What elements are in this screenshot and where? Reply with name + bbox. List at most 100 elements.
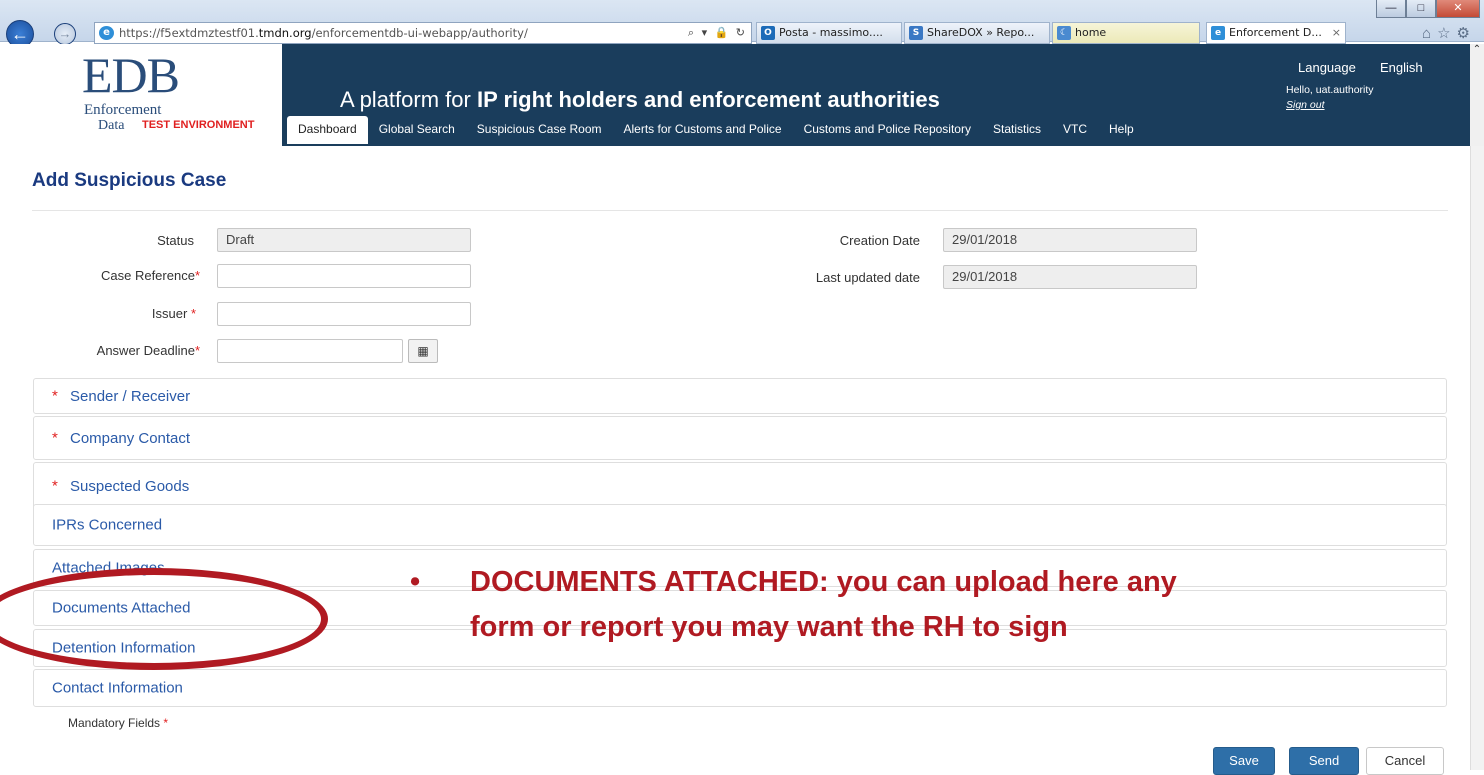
tab-label: Posta - massimo....: [779, 26, 883, 39]
section-label: Suspected Goods: [70, 477, 190, 495]
home-icon[interactable]: ⌂: [1422, 25, 1437, 42]
scroll-up-icon[interactable]: ⌃: [1470, 44, 1484, 146]
section-title: Company Contact *: [52, 429, 190, 447]
case-reference-label: Case Reference*: [50, 268, 200, 283]
annotation-text: DOCUMENTS ATTACHED: you can upload here …: [470, 566, 1177, 643]
nav-dashboard[interactable]: Dashboard: [287, 116, 368, 144]
creation-date-field: 29/01/2018: [943, 228, 1197, 252]
required-mark: *: [194, 343, 200, 358]
send-button[interactable]: Send: [1289, 747, 1359, 775]
tab-posta[interactable]: O Posta - massimo....: [756, 22, 902, 44]
section-label: Company Contact: [70, 429, 191, 447]
close-tab-icon[interactable]: ×: [1332, 23, 1341, 43]
last-updated-field: 29/01/2018: [943, 265, 1197, 289]
cancel-button[interactable]: Cancel: [1366, 747, 1444, 775]
section-label: Documents Attached: [52, 599, 191, 617]
page-title: Add Suspicious Case: [32, 170, 227, 191]
section-title: Sender / Receiver *: [52, 387, 190, 405]
platform-bold: IP right holders and enforcement authori…: [476, 87, 940, 112]
calendar-icon[interactable]: ▦: [408, 339, 438, 363]
section-title: Suspected Goods *: [52, 477, 189, 495]
section-company-contact[interactable]: Company Contact *: [33, 416, 1447, 460]
mandatory-fields-note: Mandatory Fields *: [68, 716, 168, 730]
divider: [32, 210, 1448, 211]
section-label: Contact Information: [52, 679, 183, 697]
annotation-bullet: •: [410, 566, 421, 598]
issuer-label: Issuer *: [50, 306, 196, 321]
nav-help[interactable]: Help: [1098, 116, 1145, 144]
browser-icons: ⌂☆⚙: [1422, 24, 1476, 42]
section-label: Detention Information: [52, 639, 196, 657]
nav-global-search[interactable]: Global Search: [368, 116, 466, 144]
issuer-text: Issuer: [151, 306, 191, 321]
issuer-input[interactable]: [217, 302, 471, 326]
section-label: IPRs Concerned: [52, 516, 163, 534]
ie-icon: e: [99, 26, 114, 40]
required-mark: *: [52, 387, 58, 405]
address-tools[interactable]: ⌕ ▾ 🔒 ↻: [688, 23, 747, 43]
section-label: Sender / Receiver: [70, 387, 191, 405]
required-mark: *: [194, 268, 200, 283]
sign-out-link[interactable]: Sign out: [1286, 99, 1325, 111]
answer-deadline-label: Answer Deadline*: [40, 343, 200, 358]
save-button[interactable]: Save: [1213, 747, 1275, 775]
case-reference-text: Case Reference: [100, 268, 195, 283]
required-mark: *: [190, 306, 196, 321]
case-reference-input[interactable]: [217, 264, 471, 288]
required-mark: *: [52, 477, 58, 495]
status-label: Status: [157, 233, 194, 248]
app-header: EDB Enforcement Data TEST ENVIRONMENT A …: [0, 44, 1484, 146]
minimize-icon[interactable]: —: [1376, 0, 1406, 18]
language-label: Language: [1298, 60, 1356, 75]
browser-toolbar: — □ ✕ ← → e https://f5extdmztestf01.tmdn…: [0, 0, 1484, 48]
user-greeting: Hello, uat.authority: [1286, 84, 1374, 96]
section-iprs-concerned[interactable]: IPRs Concerned: [33, 504, 1447, 546]
url-domain: tmdn.org: [258, 26, 312, 40]
answer-deadline-text: Answer Deadline: [96, 343, 195, 358]
page-icon: ☾: [1057, 26, 1071, 40]
vertical-scrollbar[interactable]: [1470, 146, 1484, 770]
logo-line1: Enforcement: [84, 102, 162, 118]
language-select[interactable]: English: [1380, 60, 1423, 75]
section-label: Attached Images: [52, 559, 165, 577]
mandatory-text: Mandatory Fields: [68, 716, 164, 730]
tab-sharedox[interactable]: S ShareDOX » Repo...: [904, 22, 1050, 44]
section-contact-information[interactable]: Contact Information: [33, 669, 1447, 707]
required-mark: *: [52, 429, 58, 447]
section-sender-receiver[interactable]: Sender / Receiver *: [33, 378, 1447, 414]
nav-statistics[interactable]: Statistics: [982, 116, 1052, 144]
creation-date-label: Creation Date: [839, 233, 920, 248]
platform-prefix: A platform for: [340, 87, 477, 112]
tab-home[interactable]: ☾ home: [1052, 22, 1200, 44]
ie-icon: e: [1211, 26, 1225, 40]
window-controls: — □ ✕: [1376, 0, 1480, 18]
main-nav: Dashboard Global Search Suspicious Case …: [287, 116, 1145, 144]
edb-logo[interactable]: EDB Enforcement Data TEST ENVIRONMENT: [0, 44, 282, 146]
last-updated-label: Last updated date: [815, 270, 920, 285]
tab-label: Enforcement D...: [1229, 26, 1322, 39]
forward-arrow-icon[interactable]: →: [54, 23, 76, 45]
tab-label: home: [1075, 26, 1107, 39]
section-suspected-goods[interactable]: Suspected Goods *: [33, 462, 1447, 510]
logo-main: EDB: [82, 47, 180, 103]
test-environment-badge: TEST ENVIRONMENT: [142, 119, 255, 131]
platform-title: A platform for IP right holders and enfo…: [340, 87, 940, 113]
address-bar[interactable]: e https://f5extdmztestf01.tmdn.org/enfor…: [94, 22, 752, 44]
tab-label: ShareDOX » Repo...: [927, 26, 1035, 39]
gear-icon[interactable]: ⚙: [1457, 25, 1476, 42]
tab-enforcement[interactable]: e Enforcement D... ×: [1206, 22, 1346, 44]
url-prefix: https://f5extdmztestf01.: [119, 26, 259, 40]
maximize-icon[interactable]: □: [1406, 0, 1436, 18]
required-mark: *: [163, 716, 169, 730]
close-icon[interactable]: ✕: [1436, 0, 1480, 18]
favorites-star-icon[interactable]: ☆: [1437, 25, 1456, 42]
nav-alerts[interactable]: Alerts for Customs and Police: [613, 116, 793, 144]
outlook-icon: O: [761, 26, 775, 40]
nav-vtc[interactable]: VTC: [1052, 116, 1098, 144]
sharedox-icon: S: [909, 26, 923, 40]
answer-deadline-input[interactable]: [217, 339, 403, 363]
status-field: Draft: [217, 228, 471, 252]
logo-line2: Data: [98, 118, 125, 133]
nav-suspicious-case-room[interactable]: Suspicious Case Room: [466, 116, 613, 144]
nav-repository[interactable]: Customs and Police Repository: [793, 116, 982, 144]
